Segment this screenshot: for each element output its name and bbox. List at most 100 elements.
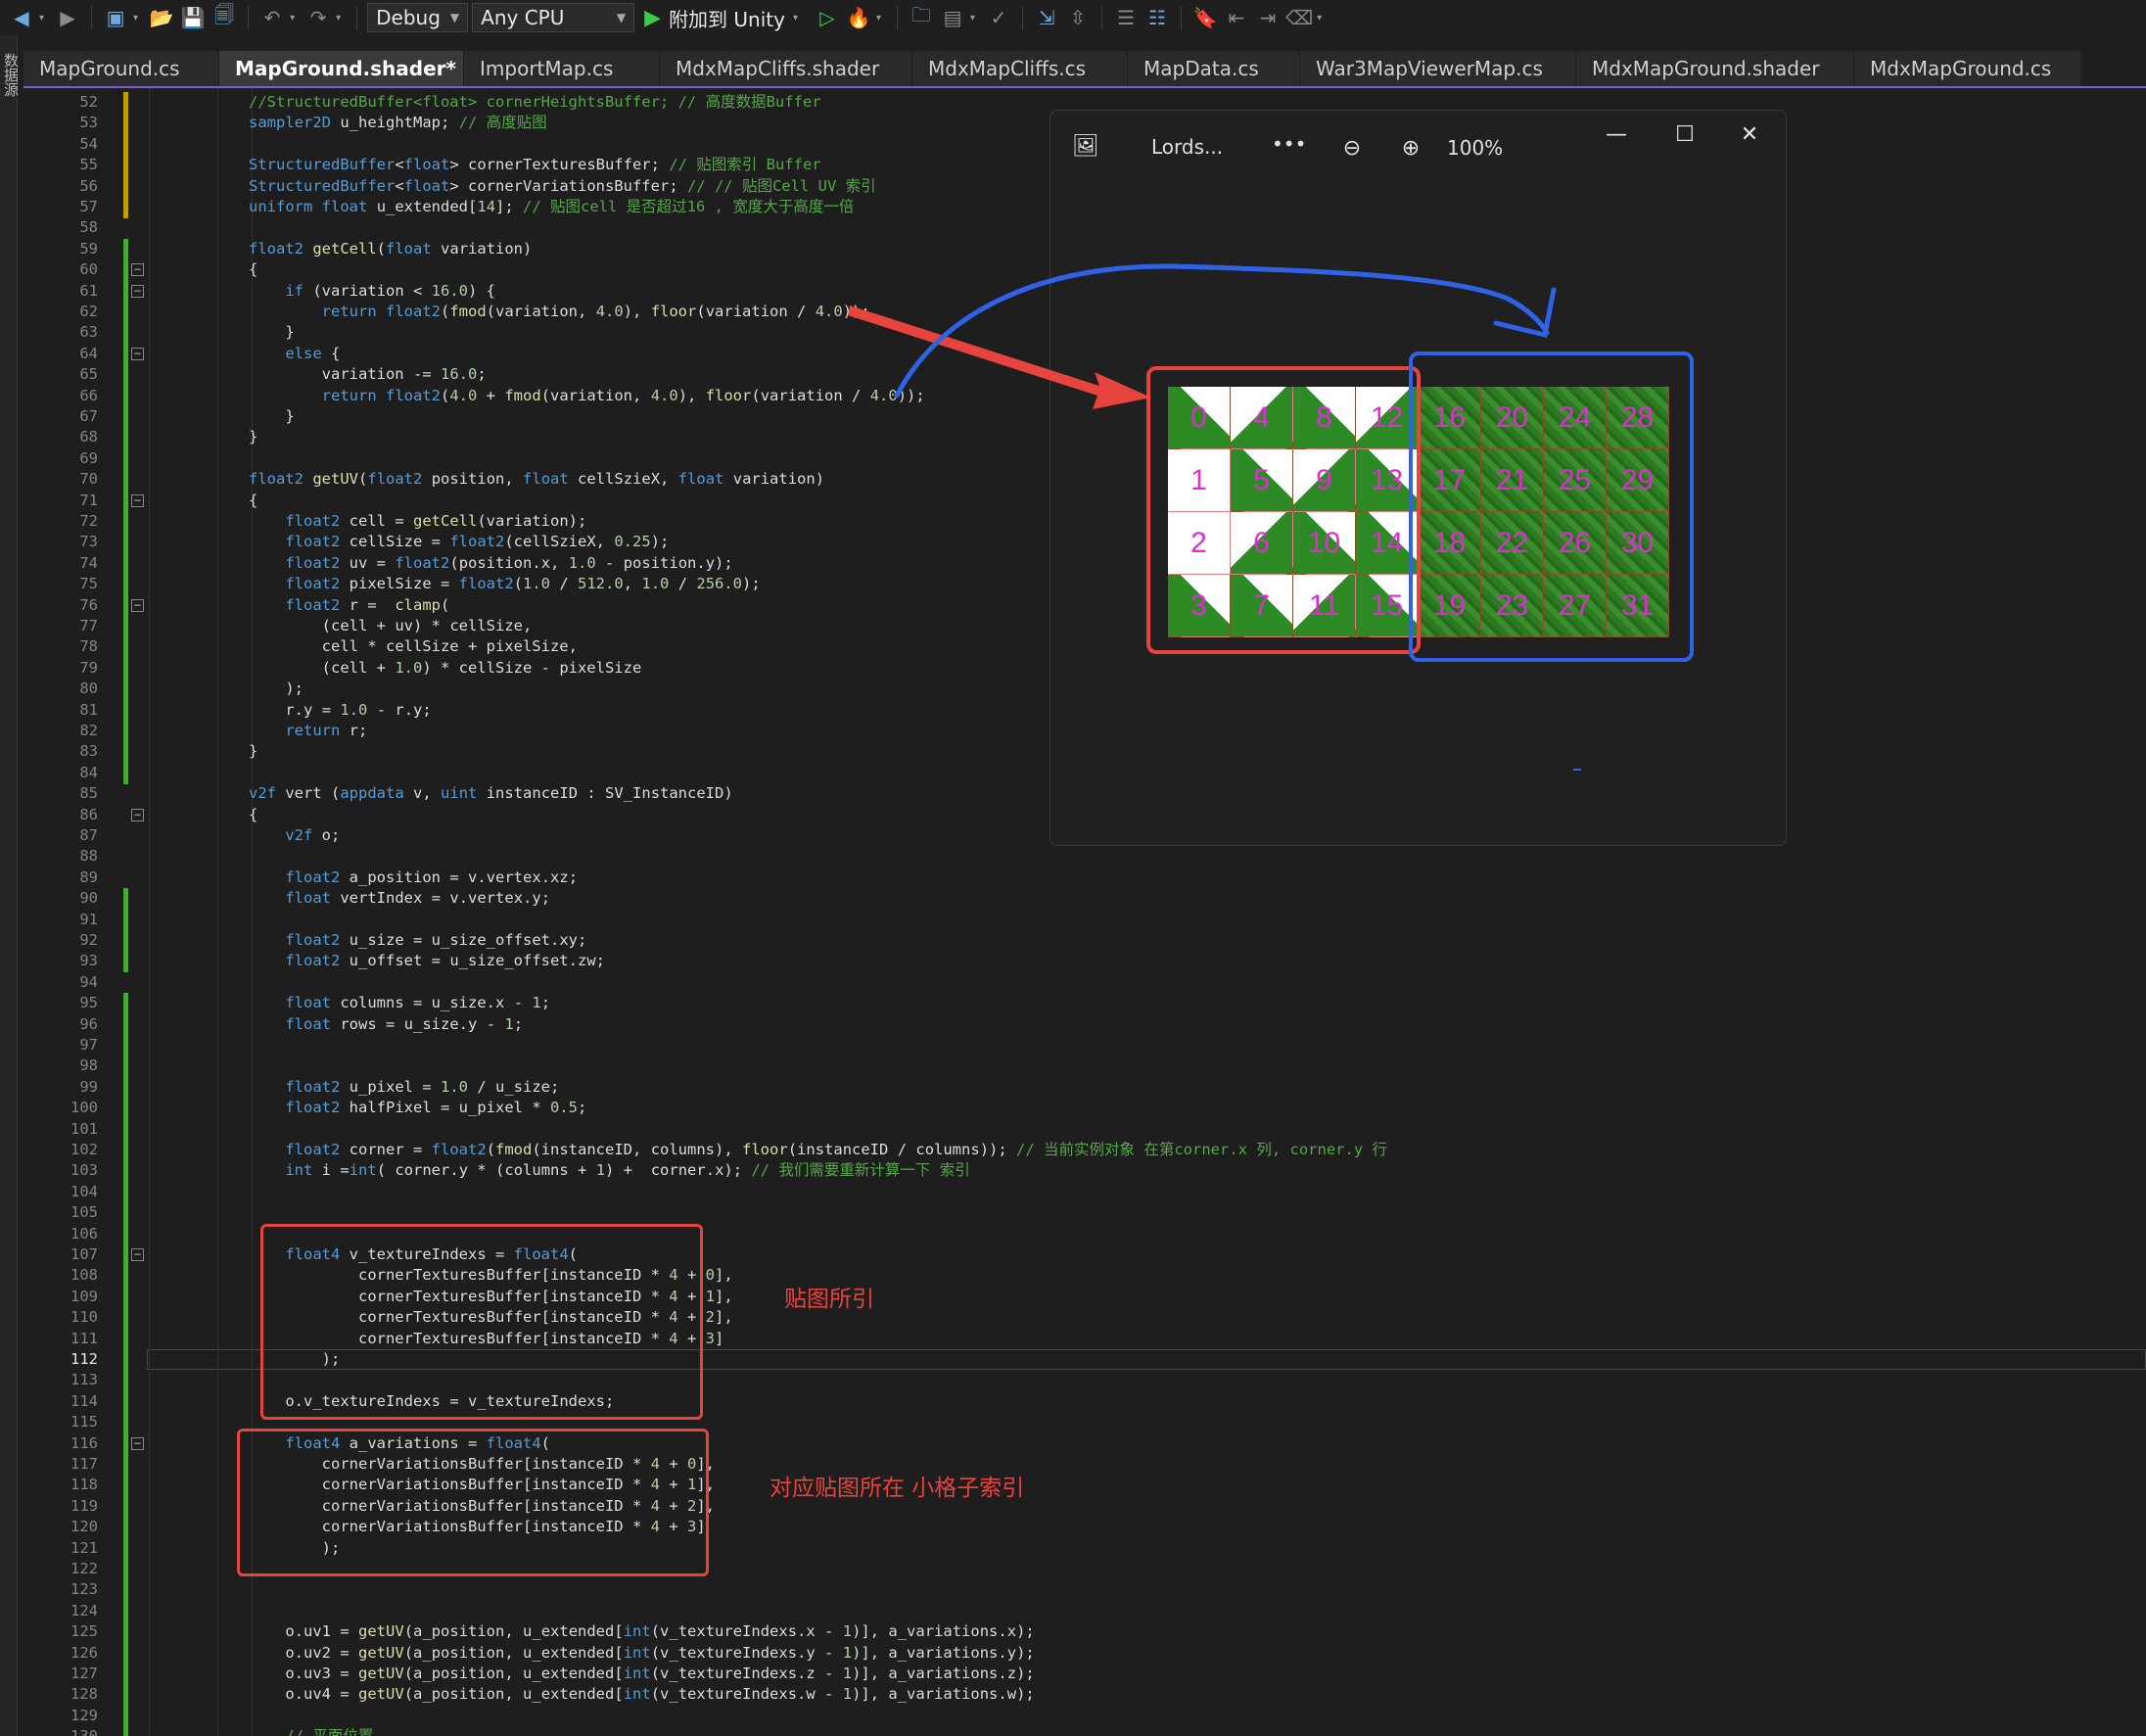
tab-mapground-shader[interactable]: MapGround.shader*⊸✕ <box>219 51 464 86</box>
code-line[interactable]: 100 float2 halfPixel = u_pixel * 0.5; <box>23 1098 2146 1120</box>
code-line[interactable]: 104 <box>23 1181 2146 1203</box>
line-number: 61 <box>79 281 98 300</box>
redo-dropdown-icon[interactable]: ▾ <box>336 13 341 23</box>
code-line[interactable]: 123 <box>23 1579 2146 1602</box>
code-line[interactable]: 99 float2 u_pixel = 1.0 / u_size; <box>23 1076 2146 1099</box>
step-icon[interactable]: ⇲ <box>1033 4 1060 31</box>
code-line[interactable]: 98 <box>23 1056 2146 1078</box>
layout-dropdown-icon[interactable]: ▾ <box>970 13 975 23</box>
fold-toggle-icon[interactable]: − <box>131 1248 144 1261</box>
code-line[interactable]: 93 float2 u_offset = u_size_offset.zw; <box>23 951 2146 973</box>
uncomment-icon[interactable]: ☷ <box>1143 4 1171 31</box>
change-marker <box>123 1349 128 1371</box>
attach-unity-button[interactable]: ▶ 附加到 Unity ▾ <box>638 4 810 32</box>
start-without-debug-icon[interactable]: ▷ <box>814 4 841 31</box>
more-options-button[interactable]: ••• <box>1272 132 1306 156</box>
tab-mapdata-cs[interactable]: MapData.cs <box>1128 51 1300 86</box>
hot-reload-icon[interactable]: 🔥 <box>845 4 872 31</box>
atlas-cell: 3 <box>1168 575 1231 637</box>
open-folder-icon[interactable]: 📂 <box>148 4 175 31</box>
code-line[interactable]: 89 float2 a_position = v.vertex.xz; <box>23 868 2146 888</box>
code-line[interactable]: 92 float2 u_size = u_size_offset.xy; <box>23 930 2146 952</box>
redo-icon[interactable]: ↷ <box>304 4 332 31</box>
code-text: } <box>249 407 295 425</box>
save-all-icon[interactable]: 🗐 <box>210 3 238 31</box>
code-line[interactable]: 102 float2 corner = float2(fmod(instance… <box>23 1140 2146 1161</box>
window-layout-icon[interactable]: ▤ <box>939 4 966 31</box>
fold-toggle-icon[interactable]: − <box>131 263 144 277</box>
code-line[interactable]: 127 o.uv3 = getUV(a_position, u_extended… <box>23 1664 2146 1685</box>
next-bookmark-icon[interactable]: ⇥ <box>1254 4 1282 31</box>
atlas-cell: 20 <box>1481 387 1544 449</box>
line-number: 62 <box>79 303 98 320</box>
line-number: 89 <box>79 868 98 886</box>
zoom-in-icon[interactable]: ⊕ <box>1391 128 1430 167</box>
line-number: 60 <box>79 260 98 279</box>
tab-mdxmapcliffs-cs[interactable]: MdxMapCliffs.cs <box>912 51 1128 86</box>
tab-mdxmapground-shader[interactable]: MdxMapGround.shader <box>1576 51 1854 86</box>
code-line[interactable]: 94 <box>23 972 2146 993</box>
bookmark-icon[interactable]: 🔖 <box>1191 4 1219 31</box>
maximize-icon[interactable]: ☐ <box>1665 115 1704 154</box>
code-line[interactable]: 101 <box>23 1118 2146 1141</box>
forward-icon[interactable]: ▶ <box>54 4 81 31</box>
code-line[interactable]: 105 <box>23 1202 2146 1225</box>
code-text: variation -= 16.0; <box>321 365 487 384</box>
tab-war3mapviewermap-cs[interactable]: War3MapViewerMap.cs <box>1300 51 1576 86</box>
change-marker <box>123 574 128 596</box>
back-icon[interactable]: ◀ <box>8 4 35 31</box>
code-line[interactable]: 88 <box>23 846 2146 867</box>
step-over-icon[interactable]: ⇳ <box>1064 4 1092 31</box>
fold-toggle-icon[interactable]: − <box>131 493 144 507</box>
code-text: uniform float u_extended[14]; // 贴图cell … <box>249 198 855 215</box>
code-line[interactable]: 97 <box>23 1035 2146 1056</box>
toolbar: ◀ ▾ ▶ ▣ ▾ 📂 💾 🗐 ↶ ▾ ↷ ▾ Debug ▼ Any CPU ▼ ▶ 附加到… <box>0 0 2146 35</box>
tab-mdxmapcliffs-shader[interactable]: MdxMapCliffs.shader <box>660 51 912 86</box>
fold-toggle-icon[interactable]: − <box>131 598 144 612</box>
tab-importmap-cs[interactable]: ImportMap.cs <box>464 51 660 86</box>
data-sources-strip[interactable]: 数据源 <box>0 35 20 1736</box>
new-project-icon[interactable]: ▣ <box>102 4 129 31</box>
code-line[interactable]: 103 int i =int( corner.y * (columns + 1)… <box>23 1160 2146 1183</box>
code-line[interactable]: 124 <box>23 1600 2146 1622</box>
zoom-out-icon[interactable]: ⊖ <box>1332 128 1372 167</box>
back-dropdown-icon[interactable]: ▾ <box>39 13 44 23</box>
toolbar-overflow-icon[interactable]: ▾ <box>1317 13 1322 23</box>
code-line[interactable]: 125 o.uv1 = getUV(a_position, u_extended… <box>23 1621 2146 1644</box>
code-line[interactable]: 95 float columns = u_size.x - 1; <box>23 993 2146 1015</box>
solution-explorer-icon[interactable]: 🗀 <box>908 3 935 31</box>
code-line[interactable]: 128 o.uv4 = getUV(a_position, u_extended… <box>23 1684 2146 1707</box>
line-number: 130 <box>53 1726 98 1736</box>
fold-toggle-icon[interactable]: − <box>131 284 144 298</box>
minimize-icon[interactable]: — <box>1597 115 1636 154</box>
tab-mapground-cs[interactable]: MapGround.cs <box>23 51 219 86</box>
code-line[interactable]: 91 <box>23 909 2146 931</box>
code-line[interactable]: 129 <box>23 1705 2146 1727</box>
code-line[interactable]: 96 float rows = u_size.y - 1; <box>23 1013 2146 1036</box>
line-number: 112 <box>70 1350 98 1368</box>
platform-select[interactable]: Any CPU ▼ <box>472 3 635 32</box>
save-icon[interactable]: 💾 <box>179 4 207 31</box>
viewer-titlebar: 🖼 Lords... ••• ⊖ ⊕ 100% — ☐ ✕ <box>1050 111 1786 185</box>
fold-toggle-icon[interactable]: − <box>131 808 144 821</box>
clear-bookmarks-icon[interactable]: ⌫ <box>1285 4 1313 31</box>
line-number: 82 <box>79 722 98 739</box>
undo-dropdown-icon[interactable]: ▾ <box>290 13 295 23</box>
prev-bookmark-icon[interactable]: ⇤ <box>1223 4 1250 31</box>
code-line[interactable]: 126 o.uv2 = getUV(a_position, u_extended… <box>23 1642 2146 1665</box>
code-line[interactable]: 90 float vertIndex = v.vertex.y; <box>23 888 2146 911</box>
fold-toggle-icon[interactable]: − <box>131 347 144 360</box>
hot-reload-dropdown-icon[interactable]: ▾ <box>876 13 881 23</box>
line-number: 71 <box>79 491 98 509</box>
configuration-select[interactable]: Debug ▼ <box>367 3 469 32</box>
code-line[interactable]: 130 // 平面位置 <box>23 1726 2146 1736</box>
spell-check-icon[interactable]: ✓ <box>985 4 1012 31</box>
atlas-cell: 19 <box>1419 575 1481 637</box>
tab-mdxmapground-cs[interactable]: MdxMapGround.cs <box>1854 51 2081 86</box>
new-dropdown-icon[interactable]: ▾ <box>133 13 138 23</box>
comment-icon[interactable]: ☰ <box>1112 4 1140 31</box>
fold-toggle-icon[interactable]: − <box>131 1436 144 1450</box>
close-window-icon[interactable]: ✕ <box>1730 115 1769 154</box>
line-number: 124 <box>70 1601 98 1619</box>
undo-icon[interactable]: ↶ <box>258 4 286 31</box>
